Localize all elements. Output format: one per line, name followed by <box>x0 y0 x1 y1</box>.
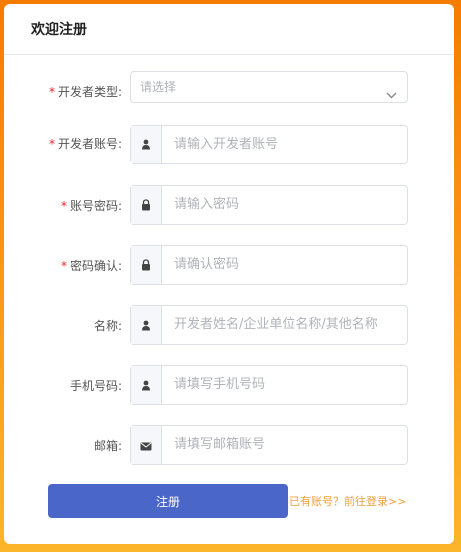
phone-input[interactable]: 请填写手机号码 <box>130 365 408 405</box>
email-prefix <box>131 426 162 464</box>
card-header: 欢迎注册 <box>4 4 454 55</box>
required-mark: * <box>48 85 55 99</box>
developer-account-label-text: 开发者账号: <box>57 137 122 151</box>
chevron-down-icon <box>386 84 397 103</box>
developer-account-label: * 开发者账号: <box>49 129 122 165</box>
name-prefix <box>131 306 162 344</box>
email-placeholder: 请填写邮箱账号 <box>174 437 266 452</box>
user-icon <box>141 376 151 395</box>
name-label: 名称: <box>93 319 122 333</box>
developer-type-label-text: 开发者类型: <box>57 85 122 99</box>
email-input[interactable]: 请填写邮箱账号 <box>130 425 408 465</box>
developer-account-placeholder: 请输入开发者账号 <box>174 137 279 152</box>
password-label: * 账号密码: <box>61 191 122 227</box>
phone-label: 手机号码: <box>69 379 122 393</box>
confirm-password-placeholder: 请确认密码 <box>174 257 240 272</box>
required-mark: * <box>48 137 55 151</box>
login-link[interactable]: 已有账号？前往登录>> <box>289 493 406 509</box>
developer-account-prefix <box>131 126 162 163</box>
developer-type-select[interactable]: 请选择 <box>130 71 408 103</box>
lock-icon <box>141 196 151 215</box>
phone-placeholder: 请填写手机号码 <box>174 377 266 392</box>
confirm-password-label-text: 密码确认: <box>69 259 122 273</box>
required-mark: * <box>60 259 67 273</box>
password-input[interactable]: 请输入密码 <box>130 185 408 225</box>
register-card: 欢迎注册 * 开发者类型: 请选择 * 开发者账号: 请输入开发者账号 * 账号密码:… <box>4 4 454 544</box>
developer-type-label: * 开发者类型: <box>49 77 122 113</box>
developer-account-input[interactable]: 请输入开发者账号 <box>130 125 408 164</box>
developer-type-placeholder: 请选择 <box>140 80 177 94</box>
page-title: 欢迎注册 <box>31 22 87 38</box>
user-icon <box>141 316 151 335</box>
confirm-password-label: * 密码确认: <box>61 251 122 287</box>
mail-icon <box>140 436 152 455</box>
phone-prefix <box>131 366 162 404</box>
email-label: 邮箱: <box>93 439 122 453</box>
lock-icon <box>141 256 151 275</box>
confirm-password-prefix <box>131 246 162 284</box>
register-button[interactable]: 注册 <box>48 484 288 518</box>
password-placeholder: 请输入密码 <box>174 197 240 212</box>
password-prefix <box>131 186 162 224</box>
confirm-password-input[interactable]: 请确认密码 <box>130 245 408 285</box>
password-label-text: 账号密码: <box>69 199 122 213</box>
required-mark: * <box>60 199 67 213</box>
user-icon <box>141 135 151 154</box>
name-placeholder: 开发者姓名/企业单位名称/其他名称 <box>174 317 378 332</box>
name-input[interactable]: 开发者姓名/企业单位名称/其他名称 <box>130 305 408 345</box>
